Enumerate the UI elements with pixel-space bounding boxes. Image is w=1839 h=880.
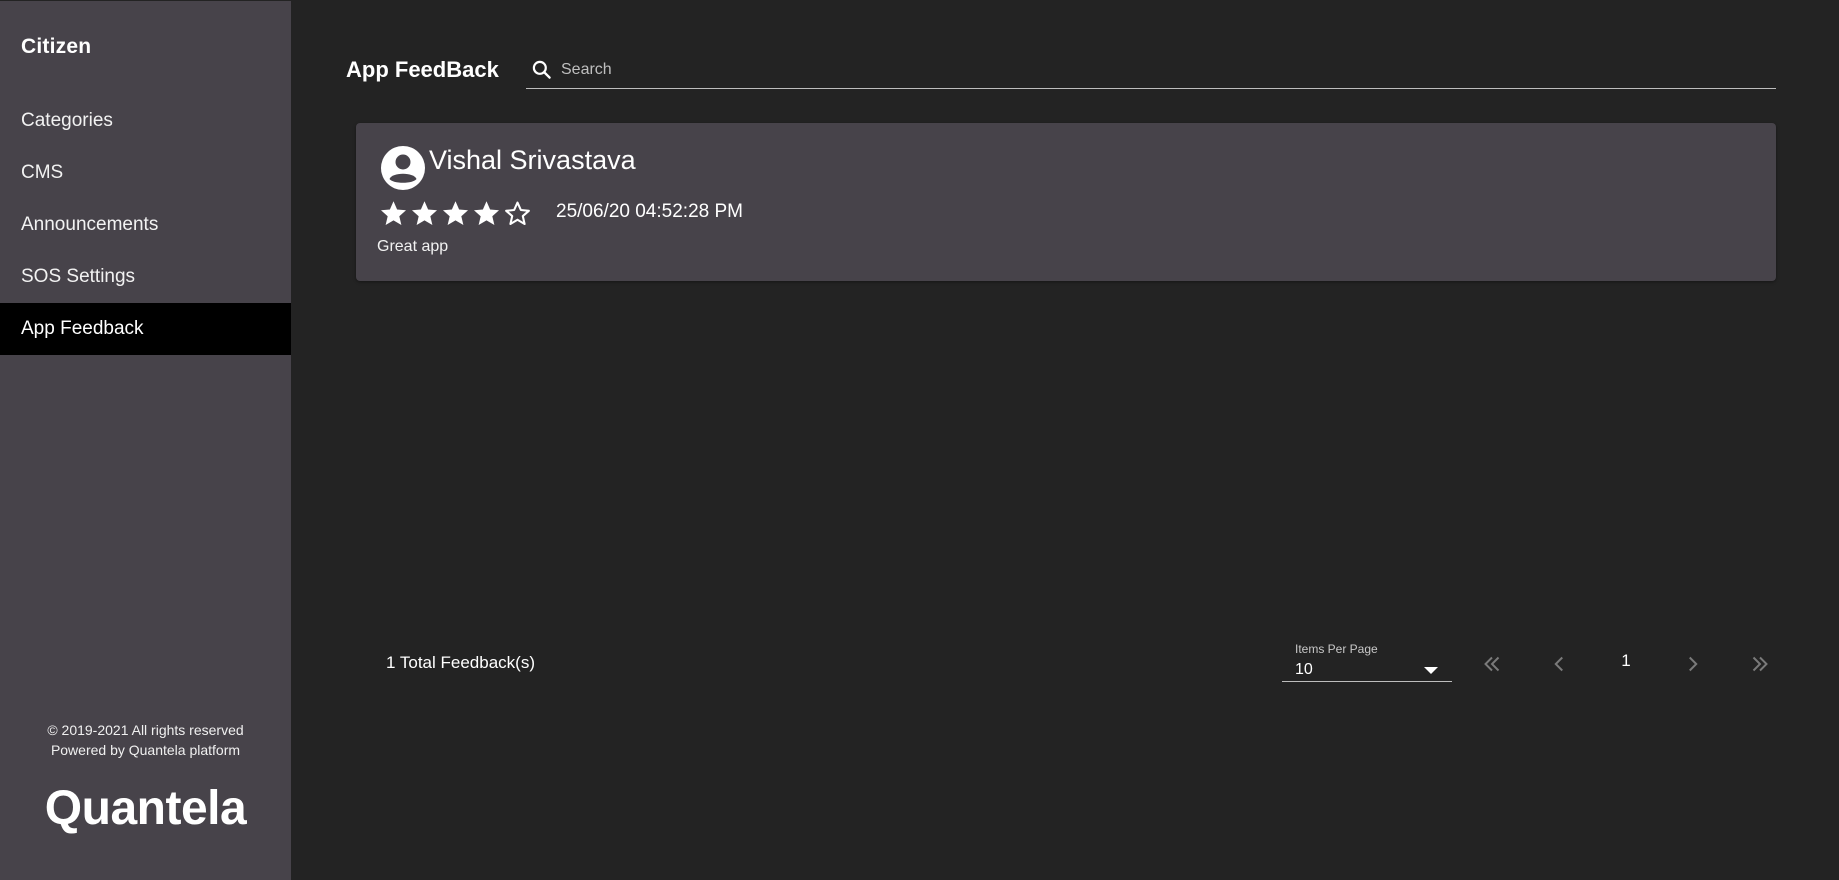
search-icon <box>532 60 551 79</box>
items-per-page-select[interactable]: Items Per Page 10 <box>1282 640 1452 682</box>
sidebar-item-app-feedback[interactable]: App Feedback <box>0 303 291 355</box>
star-icon <box>380 201 407 225</box>
sidebar-item-sos-settings[interactable]: SOS Settings <box>0 251 291 303</box>
sidebar-item-label: App Feedback <box>21 318 144 339</box>
star-rating <box>378 198 533 229</box>
sidebar-item-cms[interactable]: CMS <box>0 147 291 199</box>
sidebar-item-label: CMS <box>21 162 64 183</box>
sidebar-item-categories[interactable]: Categories <box>0 95 291 147</box>
star-outline-icon <box>505 201 530 225</box>
current-page-number[interactable]: 1 <box>1618 651 1634 671</box>
caret-down-icon <box>1424 667 1438 674</box>
double-chevron-right-icon[interactable] <box>1747 651 1773 677</box>
sidebar-item-label: Announcements <box>21 214 159 235</box>
items-per-page-label: Items Per Page <box>1295 642 1378 656</box>
brand-title: Citizen <box>21 35 92 58</box>
chevron-right-icon[interactable] <box>1680 651 1706 677</box>
feedback-comment: Great app <box>377 238 449 255</box>
sidebar: Citizen Categories CMS Announcements SOS… <box>0 1 291 880</box>
feedback-user-name: Vishal Srivastava <box>429 145 636 175</box>
account-circle-icon <box>381 146 425 190</box>
sidebar-item-label: Categories <box>21 110 113 131</box>
search-bar <box>526 51 1776 89</box>
items-per-page-value: 10 <box>1295 661 1313 678</box>
powered-by-text: Powered by Quantela platform <box>50 742 241 758</box>
total-feedback-count: 1 Total Feedback(s) <box>386 653 535 672</box>
page-title: App FeedBack <box>346 57 499 82</box>
chevron-left-icon[interactable] <box>1546 651 1572 677</box>
star-icon <box>442 201 469 225</box>
copyright-text: © 2019-2021 All rights reserved <box>47 722 244 738</box>
double-chevron-left-icon[interactable] <box>1479 651 1505 677</box>
sidebar-item-label: SOS Settings <box>21 266 136 287</box>
sidebar-item-announcements[interactable]: Announcements <box>0 199 291 251</box>
star-icon <box>473 201 500 225</box>
search-input[interactable] <box>561 60 1741 79</box>
quantela-logo: Quantela <box>44 782 247 835</box>
feedback-card: Vishal Srivastava 25/06/20 04:52:28 PM G… <box>356 123 1776 281</box>
feedback-timestamp: 25/06/20 04:52:28 PM <box>556 201 743 222</box>
star-icon <box>411 201 438 225</box>
